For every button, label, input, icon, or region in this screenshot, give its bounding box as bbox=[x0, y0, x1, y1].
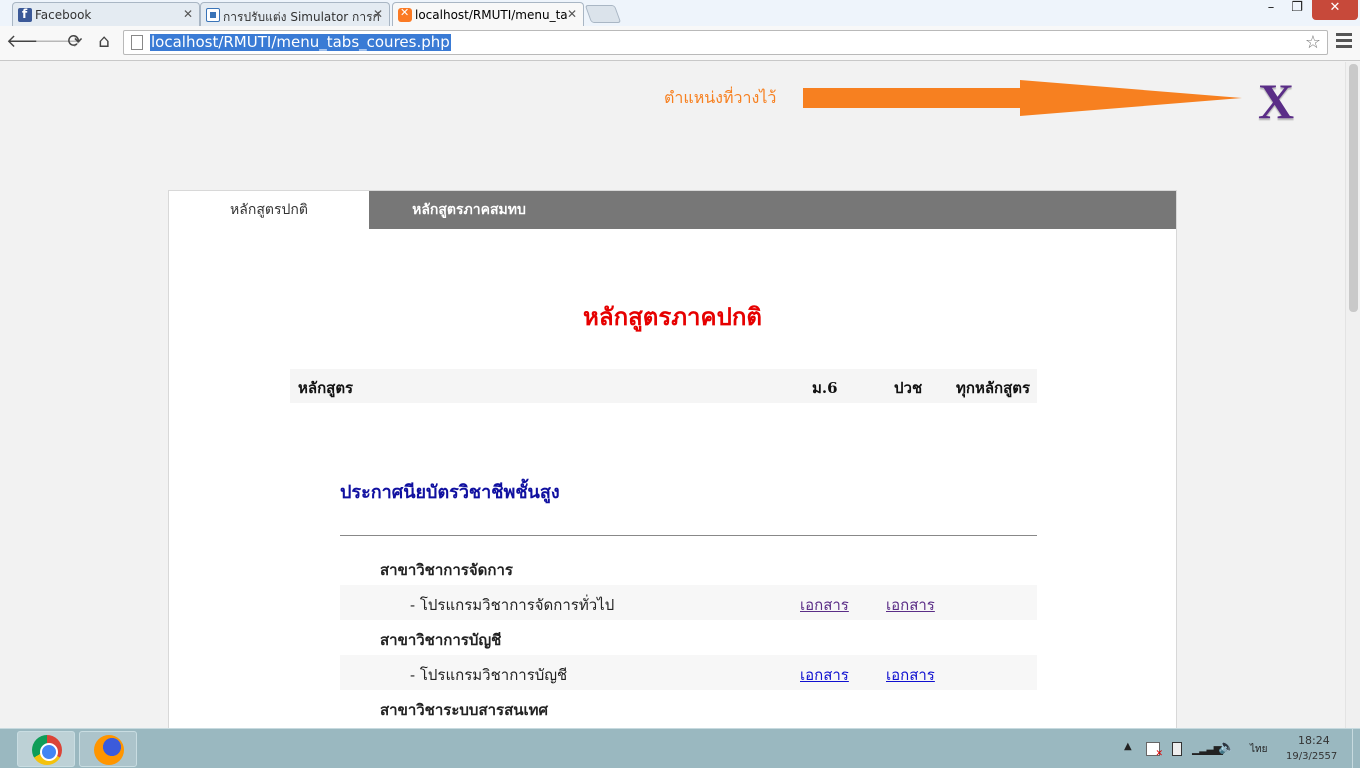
address-bar[interactable]: localhost/RMUTI/menu_tabs_coures.php ☆ bbox=[123, 30, 1328, 55]
course-content-panel: หลักสูตรปกติ หลักสูตรภาคสมทบ หลักสูตรภาค… bbox=[168, 190, 1177, 730]
course-tab-bar: หลักสูตรปกติ หลักสูตรภาคสมทบ bbox=[169, 191, 1176, 229]
facebook-icon bbox=[18, 7, 32, 22]
department-row: สาขาวิชาระบบสารสนเทศ bbox=[340, 690, 1037, 725]
tab-title: Facebook bbox=[35, 8, 92, 22]
show-desktop-button[interactable] bbox=[1352, 729, 1360, 768]
input-language[interactable]: ไทย bbox=[1250, 742, 1267, 757]
filter-option-m6[interactable]: ม.6 bbox=[812, 376, 838, 400]
browser-toolbar: 🡐 🡒 ⟳ ⌂ localhost/RMUTI/menu_tabs_coures… bbox=[0, 26, 1360, 61]
annotation-arrow-icon bbox=[803, 80, 1242, 116]
curriculum-filter-row: หลักสูตร ม.6 ปวช ทุกหลักสูตร bbox=[290, 369, 1037, 403]
page-scrollbar[interactable] bbox=[1345, 62, 1360, 728]
browser-tab-localhost[interactable]: localhost/RMUTI/menu_ta ✕ bbox=[392, 2, 584, 26]
document-link[interactable]: เอกสาร bbox=[800, 663, 849, 687]
document-link[interactable]: เอกสาร bbox=[886, 663, 935, 687]
chrome-icon bbox=[32, 735, 62, 765]
program-name: - โปรแกรมวิชาการจัดการทั่วไป bbox=[410, 596, 615, 614]
taskbar-firefox-button[interactable] bbox=[79, 731, 137, 767]
filter-option-all[interactable]: ทุกหลักสูตร bbox=[956, 376, 1030, 400]
placement-annotation-text: ตำแหน่งที่วางไว้ bbox=[664, 88, 777, 107]
simulator-page-icon bbox=[206, 8, 220, 22]
network-signal-icon[interactable]: ▁▂▃▅ bbox=[1192, 741, 1223, 755]
document-link[interactable]: เอกสาร bbox=[800, 593, 849, 617]
windows-taskbar: ▲ ▁▂▃▅ 🔈 ไทย 18:24 19/3/2557 bbox=[0, 728, 1360, 768]
filter-option-pvch[interactable]: ปวช bbox=[894, 376, 922, 400]
close-window-button[interactable]: ✕ bbox=[1312, 0, 1358, 20]
browser-tab-strip: Facebook ✕ การปรับแต่ง Simulator การก่ ✕… bbox=[0, 0, 1360, 26]
firefox-icon bbox=[94, 735, 124, 765]
new-tab-button[interactable] bbox=[584, 5, 622, 23]
program-row: - โปรแกรมวิชาการบัญชี เอกสาร เอกสาร bbox=[340, 655, 1037, 690]
close-tab-icon[interactable]: ✕ bbox=[183, 7, 193, 21]
program-name: - โปรแกรมวิชาการบัญชี bbox=[410, 666, 568, 684]
action-center-flag-icon[interactable] bbox=[1146, 742, 1163, 759]
department-row: สาขาวิชาการจัดการ bbox=[340, 550, 1037, 585]
scrollbar-thumb[interactable] bbox=[1349, 64, 1358, 312]
minimize-button[interactable]: – bbox=[1258, 0, 1284, 20]
close-tab-icon[interactable]: ✕ bbox=[567, 7, 577, 21]
battery-icon[interactable] bbox=[1172, 742, 1182, 756]
chrome-menu-icon[interactable] bbox=[1336, 33, 1352, 51]
tab-title: การปรับแต่ง Simulator การก่ bbox=[223, 10, 380, 24]
tab-title: localhost/RMUTI/menu_ta bbox=[415, 8, 568, 22]
maximize-button[interactable]: ❐ bbox=[1284, 0, 1310, 20]
department-row: สาขาวิชาการบัญชี bbox=[340, 620, 1037, 655]
reload-icon[interactable]: ⟳ bbox=[64, 31, 86, 53]
tab-regular-program[interactable]: หลักสูตรปกติ bbox=[169, 191, 369, 229]
clock-date[interactable]: 19/3/2557 bbox=[1286, 751, 1337, 762]
show-hidden-icons-icon[interactable]: ▲ bbox=[1124, 741, 1132, 752]
section-title: หลักสูตรภาคปกติ bbox=[583, 302, 762, 331]
department-name: สาขาวิชาระบบสารสนเทศ bbox=[380, 701, 549, 719]
certificate-heading: ประกาศนียบัตรวิชาชีพชั้นสูง bbox=[340, 482, 560, 503]
browser-tab-facebook[interactable]: Facebook ✕ bbox=[12, 2, 200, 26]
filter-label: หลักสูตร bbox=[298, 379, 354, 397]
document-link[interactable]: เอกสาร bbox=[886, 593, 935, 617]
tab-special-program[interactable]: หลักสูตรภาคสมทบ bbox=[369, 191, 569, 229]
xampp-icon bbox=[398, 6, 412, 22]
back-arrow-icon[interactable]: 🡐 bbox=[6, 31, 54, 53]
bookmark-star-icon[interactable]: ☆ bbox=[1305, 32, 1321, 53]
home-icon[interactable]: ⌂ bbox=[93, 31, 115, 53]
divider bbox=[340, 535, 1037, 536]
program-row: - โปรแกรมวิชาการจัดการทั่วไป เอกสาร เอกส… bbox=[340, 585, 1037, 620]
department-name: สาขาวิชาการจัดการ bbox=[380, 561, 513, 579]
taskbar-chrome-button[interactable] bbox=[17, 731, 75, 767]
close-tab-icon[interactable]: ✕ bbox=[373, 7, 383, 21]
url-text[interactable]: localhost/RMUTI/menu_tabs_coures.php bbox=[150, 34, 451, 51]
forward-arrow-icon[interactable]: 🡒 bbox=[34, 31, 82, 53]
volume-icon[interactable]: 🔈 bbox=[1218, 739, 1235, 755]
page-icon bbox=[131, 35, 143, 50]
placement-x-marker: X bbox=[1258, 73, 1295, 129]
browser-tab-simulator[interactable]: การปรับแต่ง Simulator การก่ ✕ bbox=[200, 2, 390, 26]
department-name: สาขาวิชาการบัญชี bbox=[380, 631, 502, 649]
clock-time[interactable]: 18:24 bbox=[1298, 734, 1330, 747]
